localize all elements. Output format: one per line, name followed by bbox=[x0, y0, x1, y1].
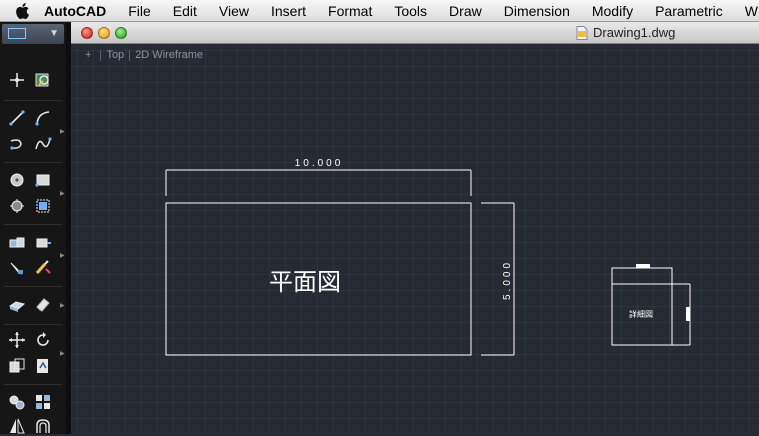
flyout-arrow-icon: ▶ bbox=[60, 253, 65, 259]
menu-file[interactable]: File bbox=[128, 3, 151, 19]
window-title-bar[interactable]: Drawing1.dwg bbox=[71, 22, 759, 44]
flyout-arrow-icon: ▶ bbox=[60, 129, 65, 135]
match-properties-icon[interactable] bbox=[32, 258, 54, 278]
rectangle-icon[interactable] bbox=[32, 170, 54, 190]
menu-format[interactable]: Format bbox=[328, 3, 372, 19]
toolbar-separator bbox=[4, 384, 62, 385]
line-icon[interactable] bbox=[6, 108, 28, 128]
toolbar-separator bbox=[4, 286, 62, 287]
offset-icon[interactable] bbox=[32, 416, 54, 436]
mirror-icon[interactable] bbox=[6, 416, 28, 436]
region-icon[interactable] bbox=[6, 196, 28, 216]
select-window-icon[interactable] bbox=[8, 28, 26, 39]
detail-label: 詳細図 bbox=[629, 309, 653, 319]
point-icon[interactable] bbox=[6, 70, 28, 90]
menu-draw[interactable]: Draw bbox=[449, 3, 482, 19]
flyout-arrow-icon: ▶ bbox=[60, 351, 65, 357]
menu-view[interactable]: View bbox=[219, 3, 249, 19]
arc-icon[interactable] bbox=[32, 108, 54, 128]
rotate-icon[interactable] bbox=[32, 330, 54, 350]
menu-bar: AutoCAD File Edit View Insert Format Too… bbox=[0, 0, 759, 22]
eraser-icon[interactable] bbox=[32, 294, 54, 314]
minimize-button[interactable] bbox=[98, 27, 110, 39]
menu-dimension[interactable]: Dimension bbox=[504, 3, 570, 19]
group-icon[interactable] bbox=[6, 392, 28, 412]
detail-block[interactable]: 詳細図 bbox=[611, 264, 691, 346]
pencil-icon[interactable] bbox=[6, 258, 28, 278]
toolbar-separator bbox=[4, 224, 62, 225]
toolbar-separator bbox=[4, 162, 62, 163]
menu-tools[interactable]: Tools bbox=[394, 3, 427, 19]
flyout-arrow-icon: ▶ bbox=[60, 191, 65, 197]
dimension-vertical-text: 5.000 bbox=[502, 260, 513, 300]
dimension-vertical[interactable]: 5.000 bbox=[481, 202, 515, 356]
menu-parametric[interactable]: Parametric bbox=[655, 3, 723, 19]
drawing-file-icon bbox=[576, 25, 588, 40]
toolbar-separator bbox=[4, 324, 62, 325]
orbit-icon[interactable] bbox=[32, 70, 54, 90]
chevron-down-icon[interactable]: ▼ bbox=[49, 28, 59, 39]
text-icon[interactable] bbox=[32, 356, 54, 376]
drawing-canvas[interactable]: + Top 2D Wireframe 10.000 平面図 5.000 詳細図 bbox=[71, 44, 759, 434]
menu-edit[interactable]: Edit bbox=[173, 3, 197, 19]
block-icon[interactable] bbox=[6, 232, 28, 252]
dimension-horizontal-text: 10.000 bbox=[295, 158, 344, 169]
document-title: Drawing1.dwg bbox=[576, 25, 675, 40]
menu-window[interactable]: W bbox=[745, 3, 758, 19]
flyout-arrow-icon: ▶ bbox=[60, 303, 65, 309]
tool-palette: ▼ ▶ ▶ ▶ ▶ ▶ bbox=[0, 22, 66, 434]
insert-block-icon[interactable] bbox=[32, 232, 54, 252]
extrude-icon[interactable] bbox=[6, 294, 28, 314]
toolbar-separator bbox=[4, 100, 62, 101]
apple-menu-icon[interactable] bbox=[16, 2, 30, 19]
app-menu[interactable]: AutoCAD bbox=[44, 3, 106, 19]
menu-modify[interactable]: Modify bbox=[592, 3, 633, 19]
move-icon[interactable] bbox=[6, 330, 28, 350]
circle-icon[interactable] bbox=[6, 170, 28, 190]
copy-icon[interactable] bbox=[6, 356, 28, 376]
plan-label: 平面図 bbox=[269, 268, 341, 296]
spline-icon[interactable] bbox=[32, 134, 54, 154]
close-button[interactable] bbox=[81, 27, 93, 39]
array-icon[interactable] bbox=[32, 392, 54, 412]
zoom-button[interactable] bbox=[115, 27, 127, 39]
drawing-geometry[interactable]: 10.000 平面図 5.000 詳細図 bbox=[71, 44, 759, 434]
tool-palette-header[interactable]: ▼ bbox=[2, 24, 64, 44]
polyline-icon[interactable] bbox=[6, 134, 28, 154]
menu-insert[interactable]: Insert bbox=[271, 3, 306, 19]
dimension-horizontal[interactable]: 10.000 bbox=[165, 158, 472, 196]
hatch-icon[interactable] bbox=[32, 196, 54, 216]
document-title-text: Drawing1.dwg bbox=[593, 25, 676, 40]
